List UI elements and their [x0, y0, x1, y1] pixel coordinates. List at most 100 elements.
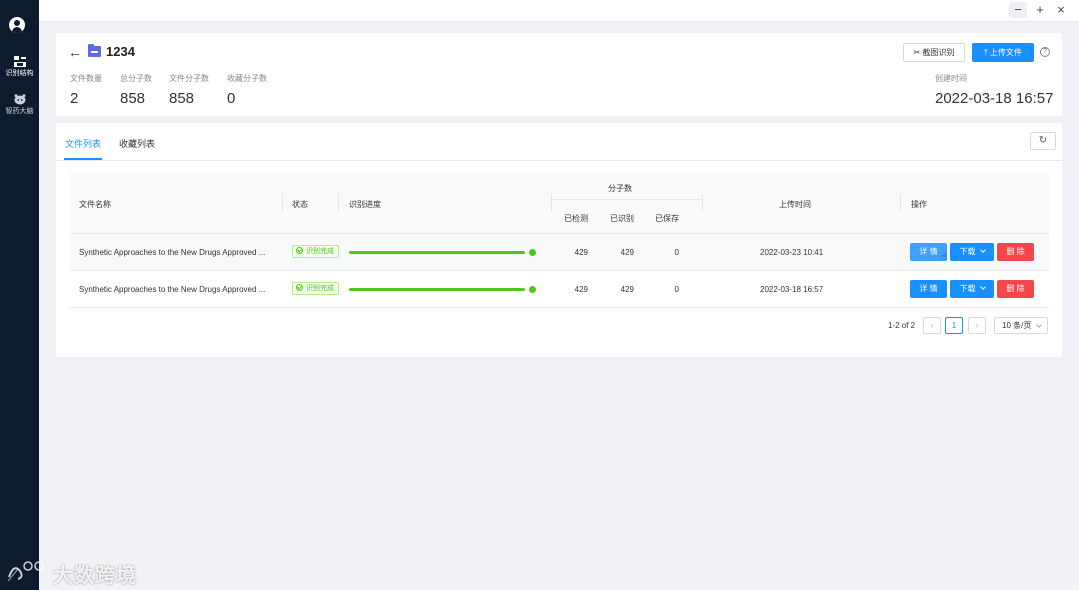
delete-button[interactable]: 删 除 [997, 280, 1034, 298]
progress-bar [349, 251, 525, 254]
minimize-button[interactable]: − [1009, 2, 1027, 18]
progress-complete-dot [529, 286, 536, 293]
folder-icon [88, 44, 101, 57]
header-subdivider [552, 199, 702, 200]
col-detected: 已检测 [564, 214, 588, 223]
table-header: 文件名称 状态 识别进度 分子数 已检测 已识别 已保存 上传时间 操作 [70, 172, 1049, 234]
sidebar-item-label: 智药大脑 [5, 108, 34, 115]
button-label: 下载 [959, 284, 976, 293]
stat-label: 收藏分子数 [227, 74, 267, 83]
help-icon[interactable]: ? [1040, 47, 1050, 57]
user-avatar-icon[interactable] [9, 17, 25, 33]
maximize-button[interactable]: + [1031, 2, 1049, 18]
button-label: 上传文件 [989, 48, 1022, 57]
button-label: 截图识别 [922, 48, 955, 57]
column-divider [702, 194, 703, 212]
structure-icon [13, 56, 26, 67]
progress-fill [349, 288, 525, 291]
download-dropdown-button[interactable]: 下载 [950, 280, 994, 298]
upload-file-button[interactable]: ⤒ 上传文件 [972, 43, 1034, 62]
saved-count: 0 [674, 248, 679, 257]
col-status: 状态 [292, 200, 308, 209]
stat-file-molecules: 文件分子数 858 [169, 73, 209, 107]
page-1-button[interactable]: 1 [945, 317, 963, 334]
folder-header-card: ← 1234 文件数量 2 总分子数 858 文件分子数 858 收藏分子数 0… [56, 33, 1062, 116]
back-arrow-icon[interactable]: ← [68, 45, 82, 59]
col-file-name: 文件名称 [79, 200, 111, 209]
page-size-select[interactable]: 10 条/页 [994, 317, 1048, 334]
upload-time-cell: 2022-03-18 16:57 [760, 285, 824, 294]
hand-cursor-icon: ☝ [941, 252, 948, 263]
column-divider [551, 194, 552, 212]
column-divider [900, 194, 901, 212]
watermark: 大数跨境 [6, 553, 146, 587]
stat-label: 总分子数 [120, 74, 152, 83]
column-divider [338, 194, 339, 212]
col-progress: 识别进度 [349, 200, 381, 209]
file-name-cell: Synthetic Approaches to the New Drugs Ap… [79, 285, 266, 294]
col-actions: 操作 [911, 200, 927, 209]
stat-total-molecules: 总分子数 858 [120, 73, 152, 107]
tab-divider [56, 160, 1062, 161]
chevron-down-icon [979, 247, 986, 253]
column-divider [282, 194, 283, 212]
download-dropdown-button[interactable]: 下载 [950, 243, 994, 261]
status-text: 识别完成 [306, 285, 334, 292]
stat-value: 0 [227, 90, 236, 107]
chevron-down-icon [979, 284, 986, 290]
upload-time-cell: 2022-03-23 10:41 [760, 248, 824, 257]
status-text: 识别完成 [306, 248, 334, 255]
detected-count: 429 [574, 285, 588, 294]
stat-label: 文件数量 [70, 74, 102, 83]
status-badge: 识别完成 [292, 245, 339, 258]
table-row: Synthetic Approaches to the New Drugs Ap… [70, 271, 1049, 308]
status-badge: 识别完成 [292, 282, 339, 295]
delete-button[interactable]: 删 除 [997, 243, 1034, 261]
sidebar-item-brain[interactable]: 智药大脑 [0, 94, 39, 116]
scissors-icon: ✂ [913, 48, 921, 57]
next-page-button[interactable]: › [968, 317, 986, 334]
brain-icon [14, 94, 25, 105]
stat-value: 2 [70, 90, 79, 107]
progress-bar [349, 288, 525, 291]
tab-file-list[interactable]: 文件列表 [65, 137, 101, 150]
folder-title: 1234 [106, 44, 135, 59]
saved-count: 0 [674, 285, 679, 294]
pagination-total: 1-2 of 2 [888, 321, 916, 330]
prev-page-button[interactable]: ‹ [923, 317, 941, 334]
watermark-text: 大数跨境 [53, 565, 137, 587]
detected-count: 429 [574, 248, 588, 257]
stat-value: 858 [120, 90, 146, 107]
col-molecules: 分子数 [608, 184, 632, 193]
stat-file-count: 文件数量 2 [70, 73, 102, 107]
progress-complete-dot [529, 249, 536, 256]
col-recognized: 已识别 [610, 214, 634, 223]
stat-label: 文件分子数 [169, 74, 209, 83]
button-label: 下载 [959, 247, 976, 256]
close-button[interactable]: × [1052, 2, 1070, 18]
tab-favorites[interactable]: 收藏列表 [119, 137, 155, 150]
col-upload-time: 上传时间 [779, 200, 811, 209]
left-sidebar: 识别结构 智药大脑 [0, 0, 39, 590]
stat-label: 创建时间 [935, 74, 967, 83]
page-size-value: 10 条/页 [1002, 321, 1032, 330]
stat-value: 2022-03-18 16:57 [935, 90, 1054, 107]
sidebar-item-structure[interactable]: 识别结构 [0, 56, 39, 78]
check-circle-icon [296, 247, 303, 254]
stat-favorite-molecules: 收藏分子数 0 [227, 73, 267, 107]
chevron-down-icon [1036, 322, 1042, 328]
progress-fill [349, 251, 525, 254]
stat-value: 858 [169, 90, 195, 107]
refresh-icon[interactable]: ↻ [1030, 132, 1056, 150]
file-list-card: 文件列表 收藏列表 ↻ 文件名称 状态 识别进度 分子数 已检测 已识别 已保存… [56, 123, 1062, 357]
screenshot-recognize-button[interactable]: ✂ 截图识别 [903, 43, 965, 62]
table-row: Synthetic Approaches to the New Drugs Ap… [70, 234, 1049, 271]
upload-icon: ⤒ [984, 48, 988, 57]
file-name-cell: Synthetic Approaches to the New Drugs Ap… [79, 248, 266, 257]
sidebar-item-label: 识别结构 [5, 70, 34, 77]
watermark-logo-icon [7, 561, 44, 582]
recognized-count: 429 [620, 285, 634, 294]
col-saved: 已保存 [655, 214, 679, 223]
recognized-count: 429 [620, 248, 634, 257]
detail-button[interactable]: 详 情 [910, 280, 947, 298]
